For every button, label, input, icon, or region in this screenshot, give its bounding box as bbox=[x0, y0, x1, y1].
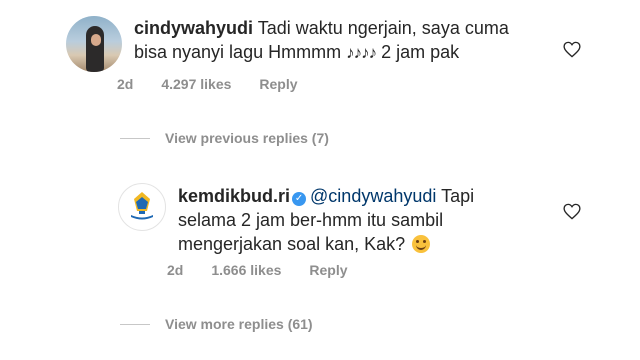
smiling-face-emoji bbox=[412, 235, 431, 253]
username-kemdikbud[interactable]: kemdikbud.ri bbox=[178, 186, 290, 206]
comment-line-1: Tadi waktu ngerjain, saya cuma bbox=[257, 18, 509, 38]
comment-kemdikbud-text: kemdikbud.ri ✓ @cindywahyudi Tapi selama 2… bbox=[178, 184, 558, 256]
avatar-cindywahyudi[interactable] bbox=[66, 16, 122, 72]
comment-age: 2d bbox=[167, 262, 184, 278]
avatar-photo-figure bbox=[86, 26, 104, 72]
kemdikbud-logo-icon bbox=[124, 189, 160, 225]
view-previous-replies[interactable]: View previous replies (7) bbox=[120, 130, 329, 146]
comment-line-2: selama 2 jam ber-hmm itu sambil bbox=[178, 210, 444, 230]
reply-button[interactable]: Reply bbox=[309, 262, 347, 278]
replies-divider-line bbox=[120, 137, 150, 139]
comment-cindywahyudi-text: cindywahyudi Tadi waktu ngerjain, saya c… bbox=[134, 16, 574, 65]
mention-cindywahyudi[interactable]: @cindywahyudi bbox=[310, 186, 436, 206]
username-cindywahyudi[interactable]: cindywahyudi bbox=[134, 18, 253, 38]
comment-meta-cindywahyudi: 2d 4.297 likes Reply bbox=[117, 76, 298, 92]
music-notes-emoji: ♪♪♪♪ bbox=[346, 43, 377, 62]
view-previous-replies-label[interactable]: View previous replies (7) bbox=[165, 130, 329, 146]
avatar-kemdikbud[interactable] bbox=[118, 183, 166, 231]
likes-count[interactable]: 4.297 likes bbox=[161, 76, 231, 92]
view-more-replies-label[interactable]: View more replies (61) bbox=[165, 316, 313, 332]
comment-line-1: Tapi bbox=[441, 186, 475, 206]
like-heart-icon[interactable] bbox=[563, 41, 581, 58]
like-heart-icon[interactable] bbox=[563, 203, 581, 220]
comment-age: 2d bbox=[117, 76, 134, 92]
view-more-replies[interactable]: View more replies (61) bbox=[120, 316, 313, 332]
comment-meta-kemdikbud: 2d 1.666 likes Reply bbox=[167, 262, 348, 278]
comment-line-3: mengerjakan soal kan, Kak? bbox=[178, 234, 406, 254]
comment-line-2-end: 2 jam pak bbox=[381, 42, 460, 62]
avatar-photo-face bbox=[91, 34, 101, 46]
comment-line-2: bisa nyanyi lagu Hmmmm bbox=[134, 42, 342, 62]
reply-button[interactable]: Reply bbox=[259, 76, 297, 92]
replies-divider-line bbox=[120, 323, 150, 325]
likes-count[interactable]: 1.666 likes bbox=[211, 262, 281, 278]
verified-badge-icon: ✓ bbox=[292, 192, 307, 206]
